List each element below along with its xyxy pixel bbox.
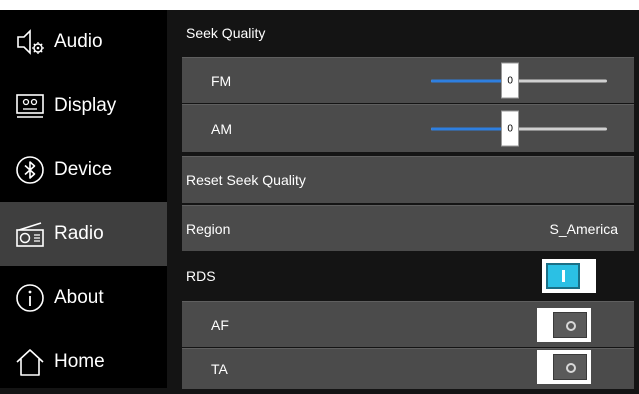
sidebar-item-about[interactable]: About bbox=[0, 266, 167, 330]
sidebar-item-audio[interactable]: Audio bbox=[0, 10, 167, 74]
ta-label: TA bbox=[211, 361, 228, 377]
display-icon bbox=[14, 90, 46, 122]
sidebar-item-label: Radio bbox=[54, 223, 104, 244]
am-slider-thumb[interactable]: 0 bbox=[501, 110, 520, 147]
am-label: AM bbox=[211, 120, 232, 137]
rds-title: RDS bbox=[186, 268, 216, 284]
sidebar-item-label: Audio bbox=[54, 31, 103, 52]
am-slider-value: 0 bbox=[507, 123, 513, 134]
radio-icon bbox=[14, 218, 46, 250]
am-slider-fill bbox=[431, 127, 511, 130]
region-row[interactable]: Region S_America bbox=[182, 205, 634, 251]
sidebar-item-label: Device bbox=[54, 159, 113, 180]
am-seek-row: AM 0 bbox=[182, 104, 634, 152]
reset-seek-quality-button[interactable]: Reset Seek Quality bbox=[182, 156, 634, 203]
seek-quality-title: Seek Quality bbox=[186, 25, 266, 41]
sidebar-item-home[interactable]: Home bbox=[0, 330, 167, 394]
sidebar-item-device[interactable]: Device bbox=[0, 138, 167, 202]
af-label: AF bbox=[211, 316, 229, 333]
af-toggle[interactable] bbox=[537, 307, 591, 342]
bluetooth-icon bbox=[14, 154, 46, 186]
sidebar-item-display[interactable]: Display bbox=[0, 74, 167, 138]
sidebar-item-radio[interactable]: Radio bbox=[0, 202, 167, 266]
radio-settings-panel: Seek Quality FM 0 AM 0 Reset Seek Qualit… bbox=[167, 10, 639, 389]
fm-slider-fill bbox=[431, 79, 511, 82]
home-icon bbox=[14, 346, 46, 378]
fm-seek-row: FM 0 bbox=[182, 57, 634, 103]
sidebar-item-label: About bbox=[54, 287, 104, 308]
region-value: S_America bbox=[549, 220, 618, 237]
ta-toggle[interactable] bbox=[537, 350, 591, 384]
am-seek-slider[interactable]: 0 bbox=[431, 110, 607, 147]
toggle-knob bbox=[553, 311, 587, 338]
rds-toggle[interactable] bbox=[542, 259, 596, 293]
fm-label: FM bbox=[211, 72, 232, 89]
reset-seek-quality-label: Reset Seek Quality bbox=[186, 172, 306, 188]
sidebar: Audio Display Device Radio About Home bbox=[0, 10, 167, 388]
af-row: AF bbox=[182, 301, 634, 347]
fm-slider-value: 0 bbox=[507, 75, 513, 86]
info-icon bbox=[14, 282, 46, 314]
top-bar bbox=[0, 0, 639, 10]
speaker-settings-icon bbox=[14, 26, 46, 58]
sidebar-item-label: Display bbox=[54, 95, 117, 116]
toggle-knob bbox=[553, 354, 587, 380]
fm-slider-thumb[interactable]: 0 bbox=[501, 62, 520, 99]
fm-seek-slider[interactable]: 0 bbox=[431, 62, 607, 99]
toggle-knob bbox=[546, 263, 580, 289]
rds-header: RDS bbox=[167, 253, 639, 299]
ta-row: TA bbox=[182, 348, 634, 389]
seek-quality-header: Seek Quality bbox=[167, 10, 639, 56]
region-label: Region bbox=[186, 220, 231, 237]
sidebar-item-label: Home bbox=[54, 351, 105, 372]
